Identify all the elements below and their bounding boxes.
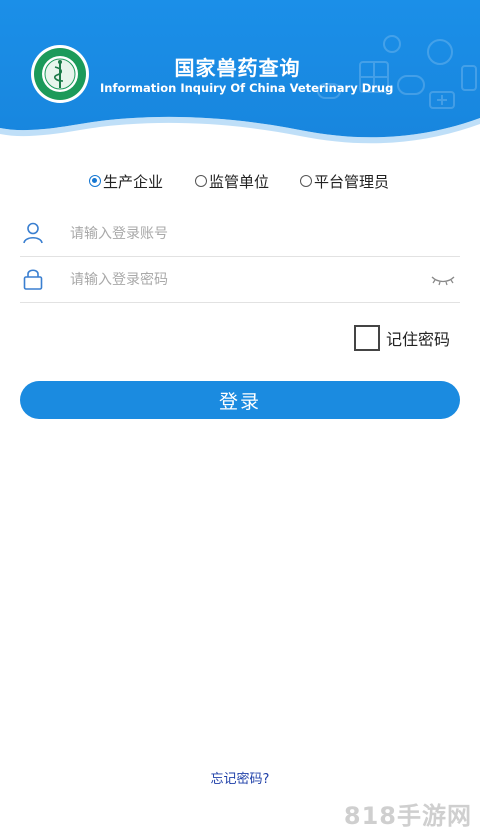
role-label: 生产企业	[103, 172, 164, 191]
role-label: 平台管理员	[314, 172, 390, 191]
role-option-regulator[interactable]: 监管单位	[195, 170, 269, 192]
user-icon	[23, 222, 43, 244]
app-subtitle: Information Inquiry Of China Veterinary …	[100, 81, 394, 95]
login-button[interactable]: 登录	[20, 381, 460, 419]
remember-checkbox[interactable]	[353, 325, 380, 351]
radio-checked-icon[interactable]	[89, 175, 101, 187]
watermark: 818手游网	[343, 802, 472, 830]
role-label: 监管单位	[209, 172, 270, 191]
role-selector: 生产企业 监管单位 平台管理员	[0, 170, 480, 192]
account-input[interactable]	[68, 210, 422, 258]
app-title: 国家兽药查询	[174, 56, 301, 80]
role-option-admin[interactable]: 平台管理员	[300, 170, 389, 192]
forgot-password-link[interactable]: 忘记密码?	[0, 768, 480, 787]
role-option-manufacturer[interactable]: 生产企业	[89, 170, 163, 192]
radio-unchecked-icon[interactable]	[300, 175, 312, 187]
eye-closed-icon[interactable]	[430, 272, 456, 286]
association-logo	[31, 45, 89, 103]
password-input[interactable]	[68, 256, 422, 304]
lock-icon	[23, 269, 43, 290]
header-banner: 国家兽药查询 Information Inquiry Of China Vete…	[0, 0, 480, 150]
radio-unchecked-icon[interactable]	[195, 175, 207, 187]
remember-password[interactable]: 记住密码	[353, 323, 450, 353]
account-field	[20, 210, 460, 258]
password-field	[20, 256, 460, 304]
remember-label: 记住密码	[385, 330, 450, 349]
